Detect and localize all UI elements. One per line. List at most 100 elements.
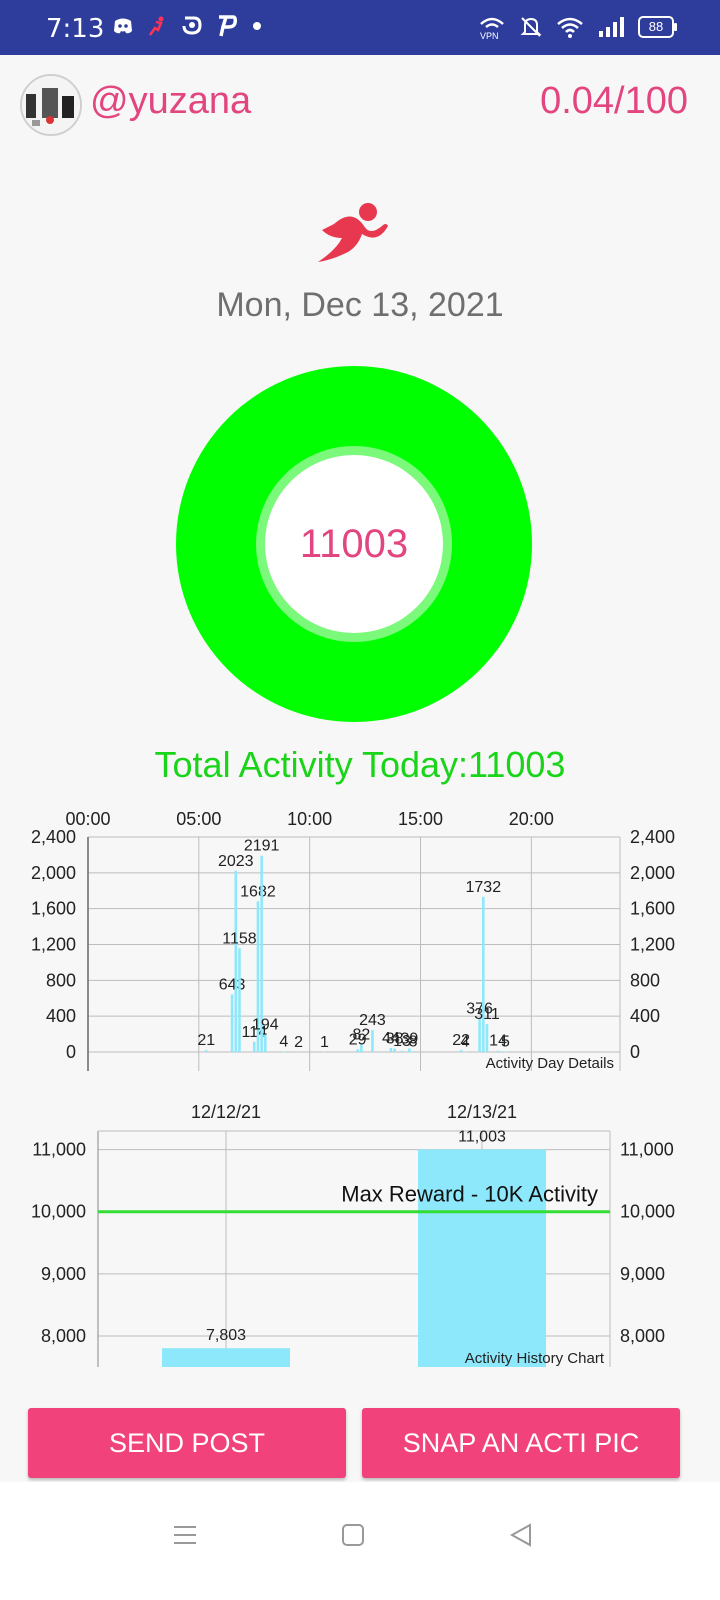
bar (323, 1051, 326, 1053)
y-tick-right: 800 (630, 970, 660, 990)
y-tick-right: 0 (630, 1042, 640, 1062)
data-label: 1682 (240, 883, 276, 900)
avatar-image (22, 76, 80, 134)
chart-title: Activity Day Details (486, 1055, 614, 1072)
bar (162, 1348, 290, 1367)
dot-icon (253, 22, 261, 30)
bar (264, 1034, 267, 1052)
y-tick-right: 8,000 (620, 1326, 665, 1346)
y-tick-right: 2,000 (630, 863, 675, 883)
back-triangle-icon[interactable] (508, 1522, 534, 1548)
y-tick-left: 0 (66, 1042, 76, 1062)
y-tick-left: 2,000 (31, 863, 76, 883)
reference-line-label: Max Reward - 10K Activity (341, 1182, 598, 1207)
runner-icon (148, 16, 164, 36)
bar (230, 994, 234, 1052)
data-label: 1732 (466, 879, 502, 896)
x-tick: 20:00 (509, 809, 554, 829)
y-tick-right: 2,400 (630, 827, 675, 847)
bar (389, 1048, 393, 1052)
bar (463, 1051, 467, 1053)
data-label: 11,003 (458, 1128, 506, 1145)
data-label: 7,803 (206, 1327, 246, 1344)
bar (252, 1041, 256, 1052)
battery-icon: 88 (638, 16, 677, 38)
x-tick: 12/13/21 (447, 1102, 517, 1122)
data-label: 4 (460, 1034, 469, 1051)
status-system-icons: VPN 88 (478, 14, 677, 40)
y-tick-left: 11,000 (32, 1140, 86, 1160)
bar (297, 1051, 300, 1053)
data-label: 194 (252, 1017, 279, 1034)
data-label: 2 (294, 1034, 303, 1051)
avatar[interactable] (20, 74, 82, 136)
y-tick-left: 400 (46, 1006, 76, 1026)
bar (400, 1050, 404, 1052)
data-label: 5 (501, 1034, 510, 1051)
vpn-label: VPN (480, 31, 499, 40)
data-label: 8 (409, 1033, 418, 1050)
y-tick-left: 800 (46, 970, 76, 990)
bar (478, 1018, 481, 1052)
y-tick-right: 1,600 (630, 899, 675, 919)
app-icon (182, 16, 202, 35)
data-label: 243 (359, 1012, 386, 1029)
bar (356, 1049, 359, 1052)
bar (238, 948, 241, 1052)
y-tick-left: 8,000 (41, 1326, 86, 1346)
discord-icon (114, 18, 132, 34)
x-tick: 05:00 (176, 809, 221, 829)
bar (204, 1050, 208, 1052)
home-square-icon[interactable] (340, 1522, 366, 1548)
battery-level: 88 (648, 19, 664, 34)
bar (482, 896, 485, 1052)
data-label: 4 (279, 1034, 288, 1051)
menu-icon[interactable] (172, 1522, 198, 1548)
snap-acti-pic-button[interactable]: SNAP AN ACTI PIC (362, 1408, 680, 1478)
mute-bell-icon (520, 17, 542, 37)
y-tick-left: 1,600 (31, 899, 76, 919)
y-tick-left: 1,200 (31, 935, 76, 955)
status-app-icons (112, 14, 264, 38)
data-label: 1158 (222, 930, 257, 947)
status-bar: 7:13 VPN 88 (0, 0, 720, 55)
bar (360, 1044, 363, 1052)
bar (485, 1024, 489, 1052)
x-tick: 12/12/21 (191, 1102, 261, 1122)
send-post-button[interactable]: SEND POST (28, 1408, 346, 1478)
activity-day-chart[interactable]: 2,400 2,400 2,000 2,000 1,600 1,600 1,200 1,200… (0, 800, 720, 1080)
activity-history-chart[interactable]: 11,000 11,000 10,000 10,000 9,000 9,000 8,000 8… (0, 1095, 720, 1375)
data-label: 2191 (244, 838, 280, 855)
x-tick: 00:00 (65, 809, 110, 829)
wifi-icon (557, 17, 583, 38)
chart-title: Activity History Chart (465, 1350, 605, 1367)
navigation-bar (0, 1482, 720, 1600)
data-label: 1 (320, 1034, 329, 1051)
data-label: 311 (474, 1006, 500, 1023)
x-tick: 10:00 (287, 809, 332, 829)
data-label: 2023 (218, 853, 254, 870)
activity-ring-value: 11003 (265, 455, 443, 633)
bar (411, 1051, 415, 1052)
signal-icon (599, 17, 624, 37)
y-tick-right: 400 (630, 1006, 660, 1026)
p-icon (219, 15, 237, 37)
data-label: 643 (219, 976, 246, 993)
status-time: 7:13 (46, 14, 105, 44)
bar (282, 1051, 286, 1053)
x-tick: 15:00 (398, 809, 443, 829)
bar (234, 870, 238, 1052)
y-tick-left: 2,400 (31, 827, 76, 847)
y-tick-right: 10,000 (620, 1202, 675, 1222)
score-display: 0.04/100 (540, 80, 688, 122)
bar (371, 1030, 374, 1052)
y-tick-left: 10,000 (31, 1202, 86, 1222)
y-tick-right: 11,000 (620, 1140, 674, 1160)
bar (496, 1050, 500, 1052)
runner-logo-icon (318, 203, 388, 262)
bar (504, 1051, 507, 1053)
username[interactable]: @yuzana (90, 80, 251, 123)
data-label: 21 (197, 1032, 215, 1049)
current-date: Mon, Dec 13, 2021 (216, 286, 504, 324)
vpn-icon: VPN (480, 17, 504, 40)
